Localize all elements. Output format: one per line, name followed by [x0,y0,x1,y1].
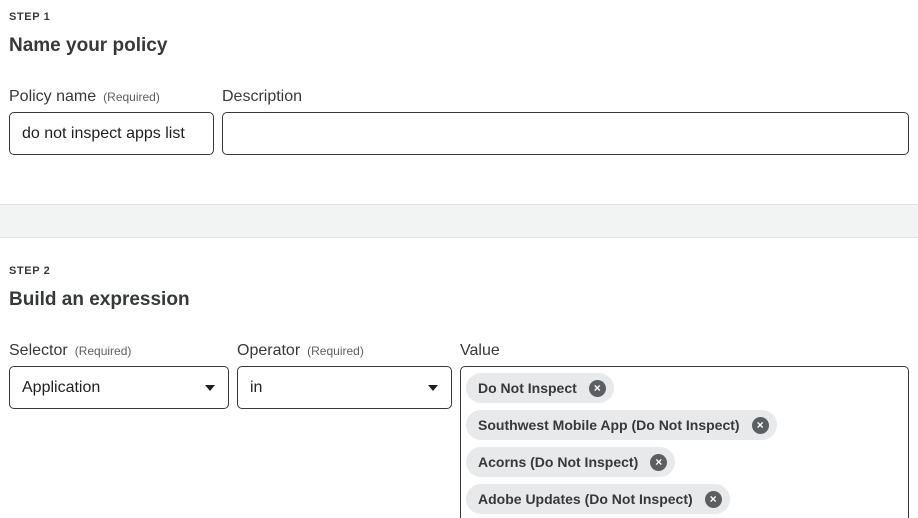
operator-required: (Required) [307,344,364,358]
value-chip-label: Do Not Inspect [478,380,577,396]
operator-dropdown[interactable]: in [237,366,452,409]
description-label: Description [222,88,302,106]
operator-label-text: Operator [237,342,301,359]
selector-dropdown[interactable]: Application [9,366,229,409]
description-input[interactable] [222,112,909,155]
selector-value: Application [22,378,101,396]
value-chip: Southwest Mobile App (Do Not Inspect) × [466,410,777,440]
value-chip-label: Acorns (Do Not Inspect) [478,454,639,470]
value-multiselect[interactable]: Do Not Inspect × Southwest Mobile App (D… [460,366,909,518]
value-label-text: Value [460,342,500,359]
value-chip: Adobe Updates (Do Not Inspect) × [466,484,730,514]
policy-name-required: (Required) [103,90,160,104]
policy-name-label: Policy name (Required) [9,88,160,106]
step-2-title: Build an expression [9,289,190,310]
close-icon[interactable]: × [588,379,606,397]
policy-name-input[interactable] [9,112,214,155]
chevron-down-icon [205,384,215,391]
value-chip-label: Adobe Updates (Do Not Inspect) [478,491,693,507]
close-icon[interactable]: × [650,453,668,471]
value-chip: Do Not Inspect × [466,373,614,403]
policy-name-label-text: Policy name [9,88,97,105]
step-1-title: Name your policy [9,35,168,56]
selector-label: Selector (Required) [9,342,131,360]
operator-label: Operator (Required) [237,342,364,360]
value-chip: Acorns (Do Not Inspect) × [466,447,676,477]
step-2-label: STEP 2 [9,265,51,277]
close-icon[interactable]: × [751,416,769,434]
section-divider [0,204,918,238]
chevron-down-icon [428,384,438,391]
close-icon[interactable]: × [704,490,722,508]
selector-label-text: Selector [9,342,68,359]
step-1-label: STEP 1 [9,11,51,23]
value-chip-label: Southwest Mobile App (Do Not Inspect) [478,417,740,433]
description-label-text: Description [222,88,303,105]
operator-value: in [250,378,263,396]
selector-required: (Required) [74,344,132,358]
value-label: Value [460,342,500,360]
policy-builder-page: STEP 1 Name your policy Policy name (Requ… [0,0,918,518]
